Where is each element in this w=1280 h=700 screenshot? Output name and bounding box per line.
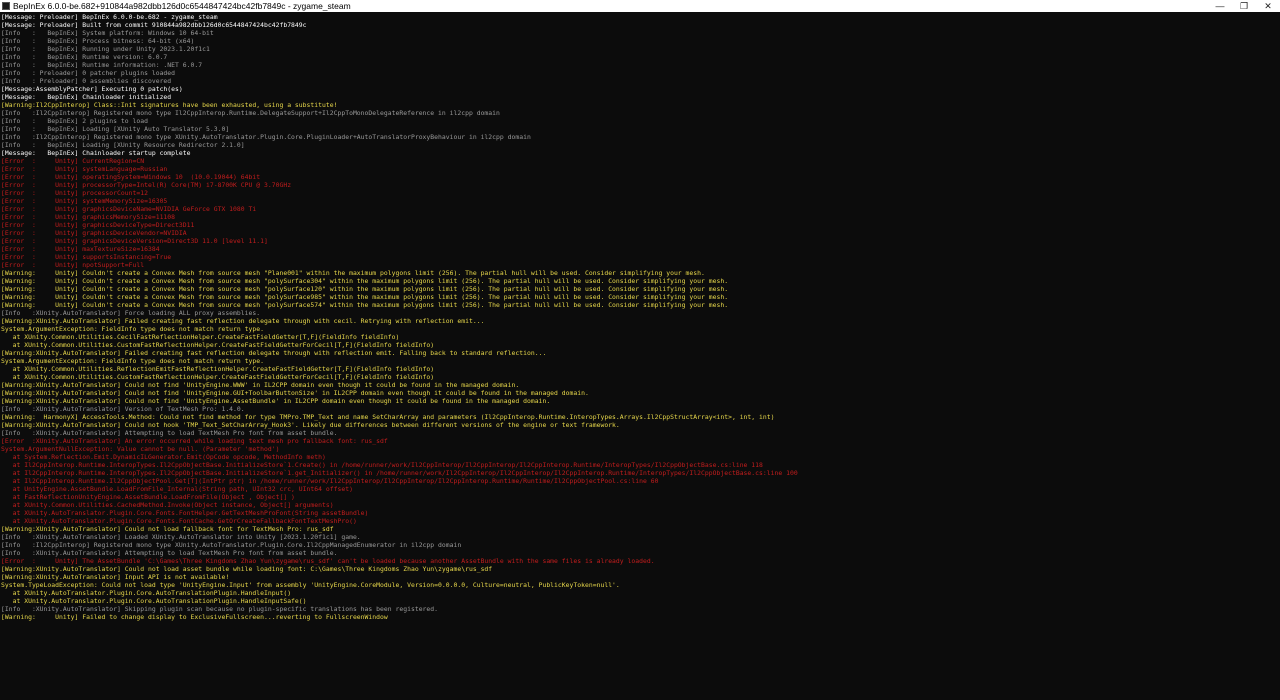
console-line: [Error : Unity] graphicsMemorySize=11108	[1, 213, 176, 221]
console-line: at XUnity.Common.Utilities.CachedMethod.…	[1, 501, 334, 509]
console-line: [Message: Preloader] BepInEx 6.0.0-be.68…	[1, 13, 218, 21]
console-line: at XUnity.AutoTranslator.Plugin.Core.Fon…	[1, 517, 357, 525]
window-titlebar[interactable]: BepInEx 6.0.0-be.682+910844a982dbb126d0c…	[0, 0, 1280, 12]
console-line: [Warning:XUnity.AutoTranslator] Could no…	[1, 525, 334, 533]
console-line: at XUnity.AutoTranslator.Plugin.Core.Fon…	[1, 509, 369, 517]
console-line: [Info : BepInEx] 2 plugins to load	[1, 117, 148, 125]
console-line: at FastReflectionUnityEngine.AssetBundle…	[1, 493, 295, 501]
console-line: System.ArgumentNullException: Value cann…	[1, 445, 280, 453]
console-line: [Info : Preloader] 0 patcher plugins loa…	[1, 69, 176, 77]
console-line: [Info : BepInEx] System platform: Window…	[1, 29, 214, 37]
console-line: at XUnity.AutoTranslator.Plugin.Core.Aut…	[1, 589, 292, 597]
console-line: [Warning:XUnity.AutoTranslator] Failed c…	[1, 317, 485, 325]
console-line: [Error : Unity] operatingSystem=Windows …	[1, 173, 261, 181]
console-line: [Info : BepInEx] Loading [XUnity Resourc…	[1, 141, 245, 149]
console-line: [Error : Unity] processorCount=12	[1, 189, 148, 197]
console-line: [Error : Unity] supportsInstancing=True	[1, 253, 172, 261]
console-line: [Warning:XUnity.AutoTranslator] Failed c…	[1, 349, 547, 357]
console-line: [Info :XUnity.AutoTranslator] Attempting…	[1, 549, 338, 557]
console-line: [Warning: Unity] Couldn't create a Conve…	[1, 293, 729, 301]
minimize-button[interactable]: —	[1208, 0, 1232, 12]
console-line: [Warning:XUnity.AutoTranslator] Could no…	[1, 565, 493, 573]
close-button[interactable]: ✕	[1256, 0, 1280, 12]
console-line: [Info :XUnity.AutoTranslator] Version of…	[1, 405, 245, 413]
console-line: [Message: BepInEx] Chainloader initializ…	[1, 93, 172, 101]
console-line: [Info : Preloader] 0 assemblies discover…	[1, 77, 172, 85]
console-line: [Info :Il2CppInterop] Registered mono ty…	[1, 133, 531, 141]
console-line: [Warning: HarmonyX] AccessTools.Method: …	[1, 413, 775, 421]
console-line: [Info : BepInEx] Runtime version: 6.0.7	[1, 53, 168, 61]
console-line: System.TypeLoadException: Could not load…	[1, 581, 620, 589]
console-line: [Info :XUnity.AutoTranslator] Skipping p…	[1, 605, 439, 613]
console-line: [Warning: Unity] Couldn't create a Conve…	[1, 285, 729, 293]
console-line: at Il2CppInterop.Runtime.Il2CppObjectPoo…	[1, 477, 659, 485]
console-line: [Error : Unity] systemMemorySize=16305	[1, 197, 168, 205]
console-line: [Error : Unity] graphicsDeviceVendor=NVI…	[1, 229, 187, 237]
console-line: [Error : Unity] graphicsDeviceName=NVIDI…	[1, 205, 257, 213]
window-controls: — ❐ ✕	[1208, 0, 1280, 12]
console-line: [Message: Preloader] Built from commit 9…	[1, 21, 307, 29]
console-line: System.ArgumentException: FieldInfo type…	[1, 325, 264, 333]
console-line: [Error : Unity] graphicsDeviceType=Direc…	[1, 221, 195, 229]
console-line: [Warning:XUnity.AutoTranslator] Could no…	[1, 389, 589, 397]
console-line: [Info :XUnity.AutoTranslator] Force load…	[1, 309, 261, 317]
console-line: [Info :XUnity.AutoTranslator] Loaded XUn…	[1, 533, 361, 541]
console-line: [Info :Il2CppInterop] Registered mono ty…	[1, 541, 462, 549]
console-line: [Error : Unity] The AssetBundle 'C:\Game…	[1, 557, 655, 565]
console-line: [Info :XUnity.AutoTranslator] Attempting…	[1, 429, 338, 437]
console-line: at XUnity.Common.Utilities.CustomFastRef…	[1, 341, 435, 349]
console-line: [Warning:XUnity.AutoTranslator] Could no…	[1, 421, 620, 429]
console-line: at Il2CppInterop.Runtime.InteropTypes.Il…	[1, 461, 763, 469]
console-line: [Warning:XUnity.AutoTranslator] Could no…	[1, 397, 551, 405]
window-title: BepInEx 6.0.0-be.682+910844a982dbb126d0c…	[13, 1, 351, 11]
console-line: [Error : Unity] CurrentRegion=CN	[1, 157, 145, 165]
console-line: [Error : Unity] graphicsDeviceVersion=Di…	[1, 237, 268, 245]
console-line: [Warning: Unity] Couldn't create a Conve…	[1, 301, 729, 309]
console-line: at UnityEngine.AssetBundle.LoadFromFile_…	[1, 485, 353, 493]
console-line: [Info : BepInEx] Runtime information: .N…	[1, 61, 203, 69]
console-line: at XUnity.AutoTranslator.Plugin.Core.Aut…	[1, 597, 307, 605]
console-line: at System.Reflection.Emit.DynamicILGener…	[1, 453, 326, 461]
console-line: at XUnity.Common.Utilities.ReflectionEmi…	[1, 365, 435, 373]
console-line: [Error : Unity] npotSupport=Full	[1, 261, 145, 269]
console-line: at XUnity.Common.Utilities.CustomFastRef…	[1, 373, 435, 381]
console-line: [Warning:XUnity.AutoTranslator] Could no…	[1, 381, 520, 389]
console-line: at Il2CppInterop.Runtime.InteropTypes.Il…	[1, 469, 798, 477]
console-line: [Message:AssemblyPatcher] Executing 0 pa…	[1, 85, 183, 93]
console-scrollbar[interactable]	[1272, 12, 1280, 700]
console-line: [Error : Unity] systemLanguage=Russian	[1, 165, 168, 173]
console-line: [Error : Unity] maxTextureSize=16384	[1, 245, 160, 253]
console-line: [Error :XUnity.AutoTranslator] An error …	[1, 437, 388, 445]
console-line: [Info : BepInEx] Process bitness: 64-bit…	[1, 37, 195, 45]
console-line: [Message: BepInEx] Chainloader startup c…	[1, 149, 191, 157]
console-line: [Warning:Il2CppInterop] Class::Init sign…	[1, 101, 338, 109]
console-line: [Error : Unity] processorType=Intel(R) C…	[1, 181, 292, 189]
console-line: System.ArgumentException: FieldInfo type…	[1, 357, 264, 365]
console-app-icon	[2, 2, 10, 10]
console-line: [Warning: Unity] Couldn't create a Conve…	[1, 269, 705, 277]
console-line: [Warning: Unity] Failed to change displa…	[1, 613, 388, 621]
console-line: [Info : BepInEx] Loading [XUnity Auto Tr…	[1, 125, 230, 133]
console-line: [Warning:XUnity.AutoTranslator] Input AP…	[1, 573, 230, 581]
console-line: [Info : BepInEx] Running under Unity 202…	[1, 45, 210, 53]
maximize-button[interactable]: ❐	[1232, 0, 1256, 12]
console-line: [Warning: Unity] Couldn't create a Conve…	[1, 277, 729, 285]
console-line: [Info :Il2CppInterop] Registered mono ty…	[1, 109, 500, 117]
console-output[interactable]: [Message: Preloader] BepInEx 6.0.0-be.68…	[0, 12, 1280, 621]
console-line: at XUnity.Common.Utilities.CecilFastRefl…	[1, 333, 400, 341]
